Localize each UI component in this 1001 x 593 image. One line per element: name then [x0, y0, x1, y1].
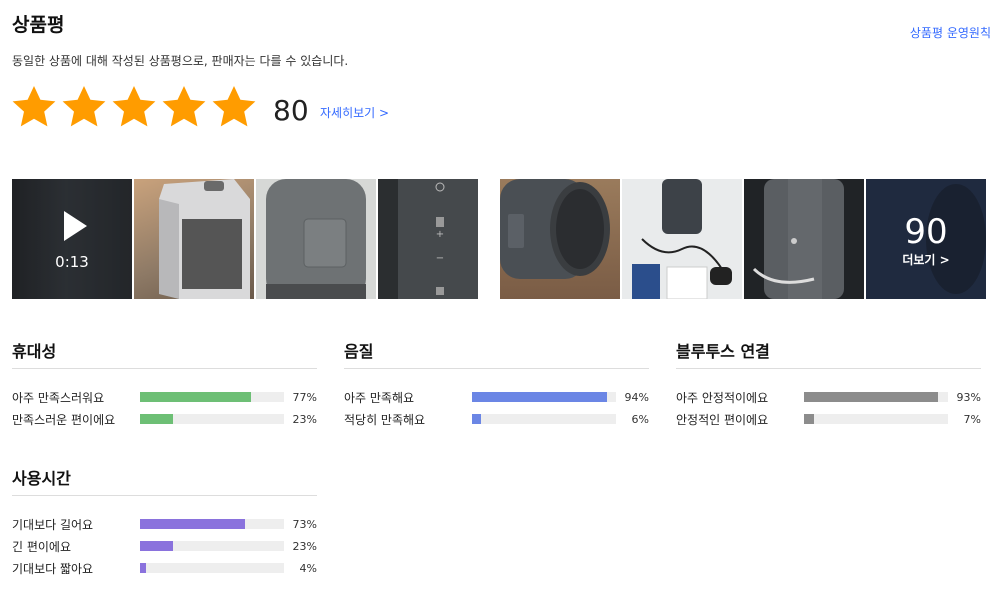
survey-bar — [140, 414, 284, 424]
survey-row-pct: 77% — [292, 390, 317, 404]
survey-row-pct: 4% — [299, 561, 317, 575]
more-photo[interactable]: 90 더보기 > — [866, 179, 986, 299]
survey-row-label: 안정적인 편이에요 — [676, 412, 769, 427]
detail-link[interactable]: 자세히보기 > — [320, 104, 389, 121]
survey-bar — [140, 392, 284, 402]
survey-row-pct: 23% — [292, 539, 317, 553]
svg-text:+: + — [436, 229, 444, 240]
star-icon — [160, 83, 208, 131]
speaker-closeup-photo[interactable] — [744, 179, 864, 299]
video-thumb[interactable]: 0:13 — [12, 179, 132, 299]
survey-row: 적당히 만족해요 6% — [344, 408, 649, 430]
survey-battery-life: 사용시간 기대보다 길어요 73% 긴 편이에요 23% 기대보다 짧아요 4% — [12, 465, 317, 579]
survey-row-label: 아주 만족해요 — [344, 390, 415, 405]
survey-portability: 휴대성 아주 만족스러워요 77% 만족스러운 편이에요 23% — [12, 338, 317, 430]
unboxing-photo[interactable] — [622, 179, 742, 299]
photo-strip: 0:13 + − 90 더보기 > — [12, 179, 988, 299]
star-icon — [210, 83, 258, 131]
survey-row-label: 기대보다 짧아요 — [12, 561, 94, 576]
star-icon — [110, 83, 158, 131]
star-icon — [60, 83, 108, 131]
survey-title: 휴대성 — [12, 338, 317, 369]
review-count: 80 — [273, 94, 309, 127]
survey-bar — [140, 563, 284, 573]
speaker-back-photo[interactable] — [256, 179, 376, 299]
star-rating — [10, 83, 260, 131]
survey-row: 만족스러운 편이에요 23% — [12, 408, 317, 430]
survey-row: 안정적인 편이에요 7% — [676, 408, 981, 430]
survey-row-label: 긴 편이에요 — [12, 539, 72, 554]
svg-text:−: − — [436, 253, 444, 264]
survey-row-label: 기대보다 길어요 — [12, 517, 94, 532]
survey-bar — [472, 392, 616, 402]
survey-row-pct: 23% — [292, 412, 317, 426]
survey-row-pct: 6% — [631, 412, 649, 426]
survey-bar — [140, 519, 284, 529]
review-description: 동일한 상품에 대해 작성된 상품평으로, 판매자는 다를 수 있습니다. — [12, 54, 349, 68]
survey-row: 아주 안정적이에요 93% — [676, 386, 981, 408]
survey-row-label: 만족스러운 편이에요 — [12, 412, 116, 427]
page-title: 상품평 — [12, 14, 65, 36]
survey-row-label: 적당히 만족해요 — [344, 412, 426, 427]
survey-row-pct: 93% — [956, 390, 981, 404]
survey-row: 기대보다 길어요 73% — [12, 513, 317, 535]
more-photo-label[interactable]: 더보기 > — [866, 251, 986, 268]
video-duration: 0:13 — [55, 253, 89, 271]
survey-row: 기대보다 짧아요 4% — [12, 557, 317, 579]
speaker-buttons-photo[interactable]: + − — [378, 179, 498, 299]
survey-row-label: 아주 안정적이에요 — [676, 390, 769, 405]
survey-bluetooth: 블루투스 연결 아주 안정적이에요 93% 안정적인 편이에요 7% — [676, 338, 981, 430]
survey-row-pct: 7% — [963, 412, 981, 426]
survey-bar — [140, 541, 284, 551]
star-icon — [10, 83, 58, 131]
survey-title: 사용시간 — [12, 465, 317, 496]
survey-bar — [804, 392, 948, 402]
survey-row: 아주 만족스러워요 77% — [12, 386, 317, 408]
survey-sound-quality: 음질 아주 만족해요 94% 적당히 만족해요 6% — [344, 338, 649, 430]
survey-title: 블루투스 연결 — [676, 338, 981, 369]
review-policy-link[interactable]: 상품평 운영원칙 — [910, 24, 991, 41]
survey-row-pct: 73% — [292, 517, 317, 531]
speaker-side-photo[interactable] — [500, 179, 620, 299]
survey-bar — [472, 414, 616, 424]
more-photo-count: 90 — [904, 212, 948, 252]
survey-row: 아주 만족해요 94% — [344, 386, 649, 408]
survey-row: 긴 편이에요 23% — [12, 535, 317, 557]
survey-row-pct: 94% — [624, 390, 649, 404]
box-photo[interactable] — [134, 179, 254, 299]
survey-title: 음질 — [344, 338, 649, 369]
survey-row-label: 아주 만족스러워요 — [12, 390, 105, 405]
survey-bar — [804, 414, 948, 424]
